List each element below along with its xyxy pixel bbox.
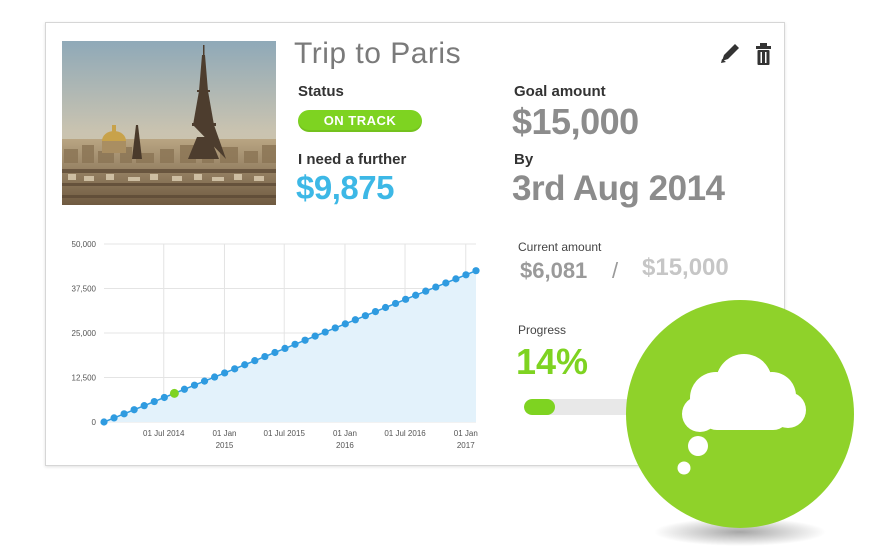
data-point (462, 271, 470, 279)
x-tick-label: 2015 (216, 441, 234, 450)
data-point (190, 381, 199, 389)
y-tick-label: 0 (92, 418, 97, 427)
data-point (341, 320, 349, 328)
data-point (391, 299, 400, 308)
data-point (301, 336, 309, 344)
data-point (200, 377, 209, 385)
progress-bar-fill (524, 399, 555, 415)
data-point (241, 361, 249, 369)
data-point (321, 328, 329, 336)
further-amount: $9,875 (296, 169, 394, 206)
x-tick-label: 01 Jul 2015 (264, 429, 306, 438)
data-point (351, 316, 359, 324)
data-point (231, 365, 239, 373)
data-point (221, 369, 229, 377)
data-point (281, 344, 289, 352)
trash-icon[interactable] (752, 41, 776, 67)
data-point (432, 283, 440, 291)
data-point (371, 307, 380, 316)
paris-photo-image (62, 41, 276, 205)
x-tick-label: 01 Jan (212, 429, 236, 438)
goal-photo (62, 41, 276, 205)
further-label: I need a further (298, 151, 407, 168)
x-tick-label: 01 Jul 2014 (143, 429, 185, 438)
data-point (100, 418, 108, 426)
data-point (180, 385, 189, 393)
screenshot-stage: Trip to Paris Status ON TRACK I need a f… (0, 0, 870, 555)
x-tick-label: 01 Jan (333, 429, 357, 438)
current-amount-separator: / (612, 258, 619, 283)
x-tick-label: 2017 (457, 441, 475, 450)
x-tick-label: 01 Jan (454, 429, 478, 438)
data-point (271, 348, 279, 357)
pencil-icon[interactable] (718, 41, 742, 67)
data-point (160, 393, 168, 402)
data-point (140, 402, 148, 410)
goal-amount-value: $15,000 (512, 101, 639, 142)
data-point (442, 279, 450, 287)
savings-chart: 0 12,500 25,000 37,500 50,000 01 Jul 2014 01 J… (48, 232, 488, 458)
data-point (291, 340, 299, 348)
data-point (402, 295, 410, 303)
current-point (169, 388, 179, 398)
x-tick-label: 01 Jul 2016 (384, 429, 426, 438)
data-point (381, 303, 390, 312)
data-point (472, 267, 480, 275)
current-amount-value: $6,081 (520, 258, 588, 283)
data-point (311, 332, 319, 340)
data-point (412, 291, 420, 299)
data-point (150, 397, 158, 406)
y-tick-label: 37,500 (72, 285, 97, 294)
data-point (261, 352, 269, 361)
y-tick-label: 12,500 (72, 374, 97, 383)
progress-value: 14% (516, 341, 589, 382)
y-tick-label: 50,000 (72, 240, 97, 249)
data-point (331, 324, 339, 332)
data-point (210, 373, 219, 381)
current-amount-goal: $15,000 (642, 254, 729, 281)
data-point (452, 275, 460, 283)
thought-bubble-badge (620, 296, 860, 555)
by-date-label: By (514, 151, 534, 168)
data-point (130, 406, 138, 414)
goal-title: Trip to Paris (294, 37, 462, 70)
progress-label: Progress (518, 323, 567, 337)
data-point (120, 410, 128, 418)
data-point (422, 287, 430, 295)
data-point (251, 357, 259, 365)
savings-chart-svg: 0 12,500 25,000 37,500 50,000 01 Jul 2014 01 J… (72, 240, 480, 450)
y-tick-label: 25,000 (72, 329, 97, 338)
by-date-value: 3rd Aug 2014 (512, 169, 725, 208)
data-point (361, 312, 370, 320)
data-point (110, 414, 118, 422)
status-badge: ON TRACK (298, 110, 422, 132)
goal-amount-label: Goal amount (514, 83, 606, 100)
x-tick-label: 2016 (336, 441, 354, 450)
current-amount-label: Current amount (518, 240, 602, 254)
status-label: Status (298, 83, 344, 100)
